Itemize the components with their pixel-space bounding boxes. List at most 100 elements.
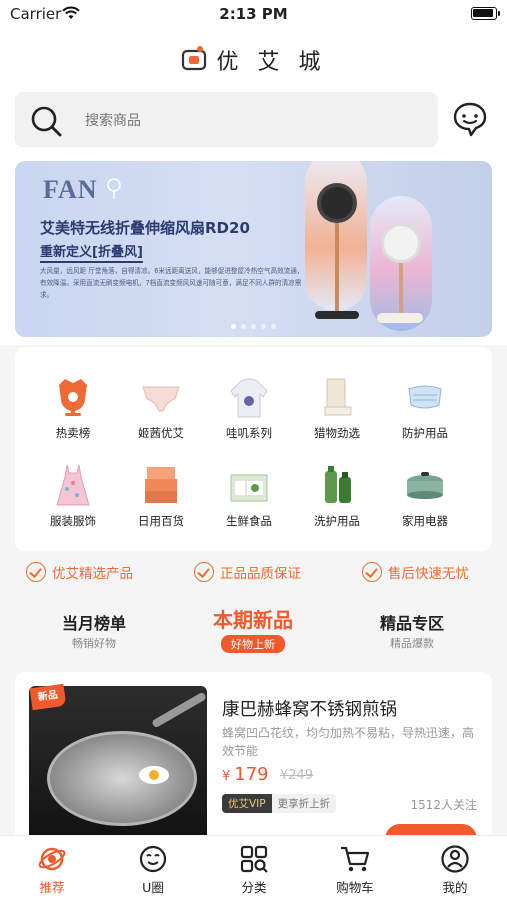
category-item[interactable]: 日用百货 <box>117 463 205 529</box>
app-title: 优 艾 城 <box>216 50 327 75</box>
fan-image-pole <box>335 223 339 313</box>
carousel-dots[interactable] <box>15 324 492 329</box>
guarantee-item: 优艾精选产品 <box>26 562 133 582</box>
carousel-dot[interactable] <box>241 324 246 329</box>
check-circle-icon <box>362 562 382 582</box>
fan-brand-icon <box>107 178 121 200</box>
guarantee-item: 售后快速无忧 <box>362 562 469 582</box>
currency-symbol: ¥ <box>222 769 231 784</box>
category-item[interactable]: 洗护用品 <box>293 463 381 529</box>
search-box[interactable] <box>15 92 438 147</box>
category-grid: 热卖榜 姬茜优艾 哇叽系列 猎物劲选 防护用品 服装服饰 日用百货 生鲜食品 洗… <box>15 347 492 551</box>
category-item[interactable]: 热卖榜 <box>29 375 117 441</box>
banner-title: 艾美特无线折叠伸缩风扇RD20 <box>40 219 250 237</box>
battery-icon <box>471 7 500 20</box>
category-label: 姬茜优艾 <box>138 426 184 440</box>
guarantee-label: 售后快速无忧 <box>388 566 469 582</box>
bottom-tabbar: 推荐 U圈 分类 购物车 我的 <box>0 835 507 900</box>
check-circle-icon <box>194 562 214 582</box>
tabbar-label: U圈 <box>142 880 164 895</box>
vip-tag: 优艾VIP 更享折上折 <box>222 794 337 813</box>
guarantee-item: 正品品质保证 <box>194 562 301 582</box>
category-label: 日用百货 <box>138 514 184 528</box>
search-icon <box>29 104 63 142</box>
tab-title: 当月榜单 <box>61 614 126 633</box>
category-label: 洗护用品 <box>314 514 360 528</box>
planet-icon <box>12 844 92 874</box>
tabbar-label: 购物车 <box>336 880 374 895</box>
banner-area: FAN 艾美特无线折叠伸缩风扇RD20 重新定义[折叠风] 大风量，远风距 厅堂… <box>0 152 507 345</box>
category-item[interactable]: 姬茜优艾 <box>117 375 205 441</box>
hot-list-icon <box>51 375 95 419</box>
header: 优 艾 城 <box>0 30 507 92</box>
product-price: ¥179 <box>222 764 269 785</box>
tabbar-item-me[interactable]: 我的 <box>415 844 495 896</box>
logo-icon <box>181 45 207 75</box>
egg-image <box>139 766 169 784</box>
original-price: ¥249 <box>280 768 314 783</box>
tabbar-item-ucircle[interactable]: U圈 <box>113 844 193 896</box>
carousel-dot[interactable] <box>231 324 236 329</box>
category-label: 猎物劲选 <box>314 426 360 440</box>
pan-image <box>47 731 197 826</box>
banner-description: 大风量，远风距 厅堂角落，自得清凉。6米远距离送风，能够促进整屋冷热空气高效流通… <box>40 267 304 299</box>
fan-image-pole <box>399 263 403 315</box>
tab-monthly-ranking[interactable]: 当月榜单 畅销好物 <box>19 600 169 651</box>
product-title: 康巴赫蜂窝不锈钢煎锅 <box>222 700 397 720</box>
product-card[interactable]: 新品 康巴赫蜂窝不锈钢煎锅 蜂窝凹凸花纹，均匀加热不易粘，导热迅速，高效节能 ¥… <box>15 672 492 842</box>
storage-box-icon <box>139 463 183 507</box>
mask-icon <box>403 375 447 419</box>
category-item[interactable]: 猎物劲选 <box>293 375 381 441</box>
smile-icon <box>113 844 193 874</box>
price-value: 179 <box>234 764 269 785</box>
carousel-dot[interactable] <box>251 324 256 329</box>
tab-title: 精品专区 <box>379 614 444 633</box>
tabbar-item-category[interactable]: 分类 <box>214 844 294 896</box>
hotpot-icon <box>403 463 447 507</box>
vip-note: 更享折上折 <box>277 798 331 810</box>
fresh-food-icon <box>227 463 271 507</box>
tab-subtitle: 畅销好物 <box>72 637 116 650</box>
guarantee-label: 优艾精选产品 <box>52 566 133 582</box>
promo-banner[interactable]: FAN 艾美特无线折叠伸缩风扇RD20 重新定义[折叠风] 大风量，远风距 厅堂… <box>15 161 492 337</box>
tab-new-arrivals[interactable]: 本期新品 好物上新 <box>178 600 328 653</box>
tab-subtitle: 好物上新 <box>221 635 285 653</box>
cart-icon <box>315 844 395 874</box>
follower-count: 1512人关注 <box>410 798 477 812</box>
clock: 2:13 PM <box>219 5 288 23</box>
category-item[interactable]: 哇叽系列 <box>205 375 293 441</box>
carousel-dot[interactable] <box>261 324 266 329</box>
category-label: 生鲜食品 <box>226 514 272 528</box>
banner-brand-logo: FAN <box>43 175 98 204</box>
tabbar-item-recommend[interactable]: 推荐 <box>12 844 92 896</box>
category-label: 哇叽系列 <box>226 426 272 440</box>
guarantee-bar: 优艾精选产品 正品品质保证 售后快速无忧 <box>0 562 507 590</box>
tab-subtitle: 精品爆款 <box>390 637 434 650</box>
carousel-dot[interactable] <box>271 324 276 329</box>
tabbar-label: 推荐 <box>39 880 65 895</box>
tabbar-label: 分类 <box>241 880 267 895</box>
category-item[interactable]: 防护用品 <box>381 375 469 441</box>
category-label: 服装服饰 <box>50 514 96 528</box>
fan-image-base <box>315 311 359 319</box>
category-label: 防护用品 <box>402 426 448 440</box>
hoodie-icon <box>227 375 271 419</box>
message-icon[interactable] <box>451 100 489 142</box>
underwear-icon <box>139 375 183 419</box>
category-label: 热卖榜 <box>55 426 91 440</box>
search-row <box>0 92 507 152</box>
box-icon <box>315 375 359 419</box>
banner-subtitle: 重新定义[折叠风] <box>40 241 143 263</box>
tabbar-label: 我的 <box>442 880 468 895</box>
category-item[interactable]: 生鲜食品 <box>205 463 293 529</box>
tab-premium-zone[interactable]: 精品专区 精品爆款 <box>337 600 487 651</box>
category-item[interactable]: 服装服饰 <box>29 463 117 529</box>
user-icon <box>415 844 495 874</box>
tabbar-item-cart[interactable]: 购物车 <box>315 844 395 896</box>
category-item[interactable]: 家用电器 <box>381 463 469 529</box>
product-description: 蜂窝凹凸花纹，均匀加热不易粘，导热迅速，高效节能 <box>222 726 475 758</box>
fan-image-base <box>377 313 423 323</box>
search-input[interactable] <box>85 108 415 132</box>
status-bar: Carrier 2:13 PM <box>0 0 507 30</box>
vip-label: 优艾VIP <box>222 794 272 813</box>
